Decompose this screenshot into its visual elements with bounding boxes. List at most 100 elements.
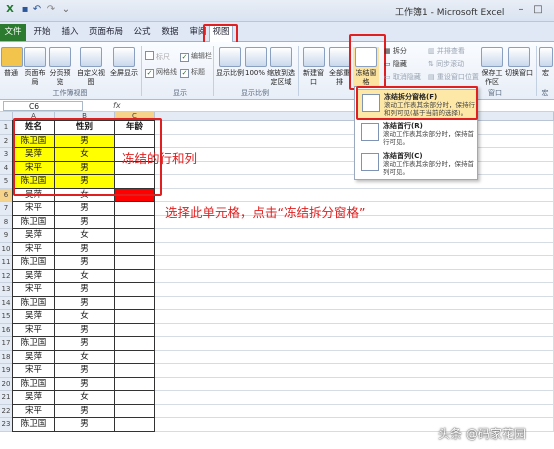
empty-grid-area[interactable] [155,188,554,202]
empty-grid-area[interactable] [155,337,554,351]
tab-page-layout[interactable]: 页面布局 [86,25,126,40]
table-cell[interactable]: 男 [54,336,115,351]
page-layout-button[interactable]: 页面布局 [22,47,48,87]
table-cell[interactable] [114,336,155,351]
table-cell[interactable] [114,390,155,405]
table-cell[interactable] [114,322,155,337]
table-cell[interactable]: 女 [54,268,115,283]
table-cell[interactable]: 男 [54,282,115,297]
table-cell[interactable] [114,295,155,310]
zoom-selection-button[interactable]: 缩放到选定区域 [266,47,296,87]
empty-grid-area[interactable] [155,350,554,364]
table-cell[interactable]: 吴萍 [12,349,55,364]
table-cell[interactable]: 男 [54,201,115,216]
empty-grid-area[interactable] [155,242,554,256]
table-cell[interactable] [114,417,155,432]
new-window-button[interactable]: 新建窗口 [301,47,326,87]
table-cell[interactable]: 男 [54,241,115,256]
table-cell[interactable]: 宋平 [12,282,55,297]
switch-window-button[interactable]: 切换窗口 [505,47,533,78]
tab-home[interactable]: 开始 [30,25,54,40]
full-screen-button[interactable]: 全屏显示 [108,47,140,78]
save-icon[interactable]: ▪ [19,4,31,16]
custom-views-button[interactable]: 自定义视图 [75,47,107,87]
table-cell[interactable] [114,349,155,364]
macros-button[interactable]: 宏 [538,47,553,78]
table-cell[interactable] [114,282,155,297]
save-workspace-button[interactable]: 保存工作区 [481,47,503,87]
table-cell[interactable]: 吴萍 [12,309,55,324]
table-cell[interactable] [114,241,155,256]
unhide-button[interactable]: ▭ 取消隐藏 [384,72,421,82]
hide-button[interactable]: ▭ 隐藏 [384,59,407,69]
table-cell[interactable]: 男 [54,417,115,432]
empty-grid-area[interactable] [155,404,554,418]
gridlines-checkbox[interactable]: ✓ 网格线 [145,67,177,78]
table-cell[interactable]: 陈卫国 [12,417,55,432]
fx-icon[interactable]: fx [113,101,121,110]
empty-grid-area[interactable] [155,229,554,243]
table-cell[interactable]: 陈卫国 [12,214,55,229]
table-cell[interactable]: 陈卫国 [12,336,55,351]
table-cell[interactable]: 男 [54,322,115,337]
table-cell[interactable]: 宋平 [12,322,55,337]
table-cell[interactable]: 吴萍 [12,268,55,283]
tab-file[interactable]: 文件 [0,24,26,41]
table-cell[interactable] [114,309,155,324]
page-break-button[interactable]: 分页预览 [49,47,71,87]
table-cell[interactable]: 男 [54,295,115,310]
ruler-checkbox[interactable]: 标尺 [145,51,170,62]
reset-position-button[interactable]: ▤ 重设窗口位置 [428,72,479,82]
empty-grid-area[interactable] [155,283,554,297]
table-cell[interactable]: 男 [54,255,115,270]
zoom-button[interactable]: 显示比例 [216,47,244,78]
table-cell[interactable]: 陈卫国 [12,295,55,310]
tab-formulas[interactable]: 公式 [130,25,154,40]
table-cell[interactable] [114,214,155,229]
empty-grid-area[interactable] [155,269,554,283]
table-cell[interactable] [114,268,155,283]
table-cell[interactable]: 女 [54,228,115,243]
restore-icon[interactable]: □ [531,3,545,17]
table-cell[interactable]: 女 [54,390,115,405]
table-cell[interactable] [114,376,155,391]
split-button[interactable]: ▦ 拆分 [384,46,407,56]
name-box[interactable]: C6 [3,101,83,111]
redo-icon[interactable]: ↷ [45,4,57,16]
sync-scroll-button[interactable]: ⇅ 同步滚动 [428,59,464,69]
table-cell[interactable]: 宋平 [12,363,55,378]
table-cell[interactable] [114,403,155,418]
table-cell[interactable]: 吴萍 [12,390,55,405]
table-cell[interactable]: 陈卫国 [12,255,55,270]
menu-item-freeze-first-column[interactable]: 冻结首列(C) 滚动工作表其余部分时，保持首列可见。 [357,149,476,177]
formula-bar-checkbox[interactable]: ✓ 编辑栏 [180,51,212,62]
table-cell[interactable] [114,255,155,270]
table-cell[interactable]: 陈卫国 [12,376,55,391]
table-cell[interactable]: 男 [54,376,115,391]
table-cell[interactable] [114,201,155,216]
empty-grid-area[interactable] [155,296,554,310]
side-by-side-button[interactable]: ▥ 并排查看 [428,46,465,56]
minimize-icon[interactable]: – [514,3,528,17]
undo-icon[interactable]: ↶ [31,4,43,16]
table-cell[interactable]: 宋平 [12,241,55,256]
table-cell[interactable]: 女 [54,349,115,364]
table-cell[interactable]: 男 [54,214,115,229]
menu-item-freeze-top-row[interactable]: 冻结首行(R) 滚动工作表其余部分时，保持首行可见。 [357,119,476,147]
table-cell[interactable]: 男 [54,403,115,418]
table-cell[interactable]: 女 [54,309,115,324]
table-cell[interactable]: 宋平 [12,403,55,418]
empty-grid-area[interactable] [155,256,554,270]
empty-grid-area[interactable] [155,323,554,337]
table-cell[interactable] [114,228,155,243]
table-cell[interactable]: 宋平 [12,201,55,216]
normal-view-button[interactable]: 普通 [1,47,23,78]
empty-grid-area[interactable] [155,391,554,405]
table-cell[interactable] [114,363,155,378]
empty-grid-area[interactable] [155,310,554,324]
table-cell[interactable]: 吴萍 [12,228,55,243]
headings-checkbox[interactable]: ✓ 标题 [180,67,205,78]
zoom-100-button[interactable]: 100% [245,47,267,78]
customize-qa-icon[interactable]: ⌄ [60,4,72,16]
table-cell[interactable]: 男 [54,363,115,378]
